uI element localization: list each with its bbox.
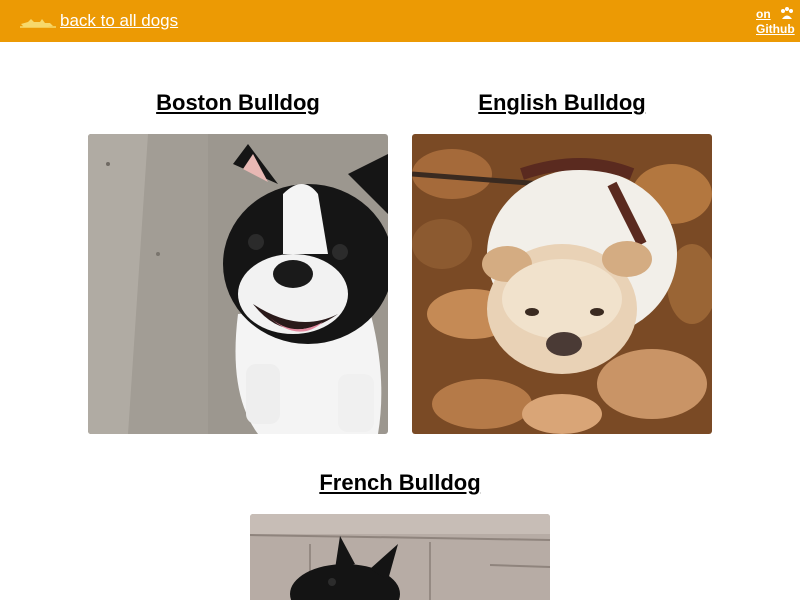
breed-title-english-bulldog[interactable]: English Bulldog bbox=[412, 89, 712, 117]
breed-title-boston-bulldog[interactable]: Boston Bulldog bbox=[88, 89, 388, 117]
github-link[interactable]: on Github bbox=[756, 6, 798, 37]
back-to-all-dogs-link[interactable]: back to all dogs bbox=[20, 11, 178, 31]
english-bulldog-photo[interactable] bbox=[412, 134, 712, 434]
github-link-line1: on bbox=[756, 6, 771, 21]
boston-bulldog-photo[interactable] bbox=[88, 134, 388, 434]
breed-card-french-bulldog: French Bulldog bbox=[250, 469, 550, 600]
french-bulldog-photo[interactable] bbox=[250, 514, 550, 600]
paw-icon bbox=[779, 6, 795, 22]
breed-card-english-bulldog: English Bulldog bbox=[412, 89, 712, 434]
github-link-line2: Github bbox=[756, 22, 795, 36]
breed-card-boston-bulldog: Boston Bulldog bbox=[88, 89, 388, 434]
breed-title-french-bulldog[interactable]: French Bulldog bbox=[250, 469, 550, 497]
back-link-label: back to all dogs bbox=[60, 11, 179, 30]
dog-icon bbox=[20, 14, 56, 28]
header-bar: back to all dogs on Github bbox=[0, 0, 800, 42]
